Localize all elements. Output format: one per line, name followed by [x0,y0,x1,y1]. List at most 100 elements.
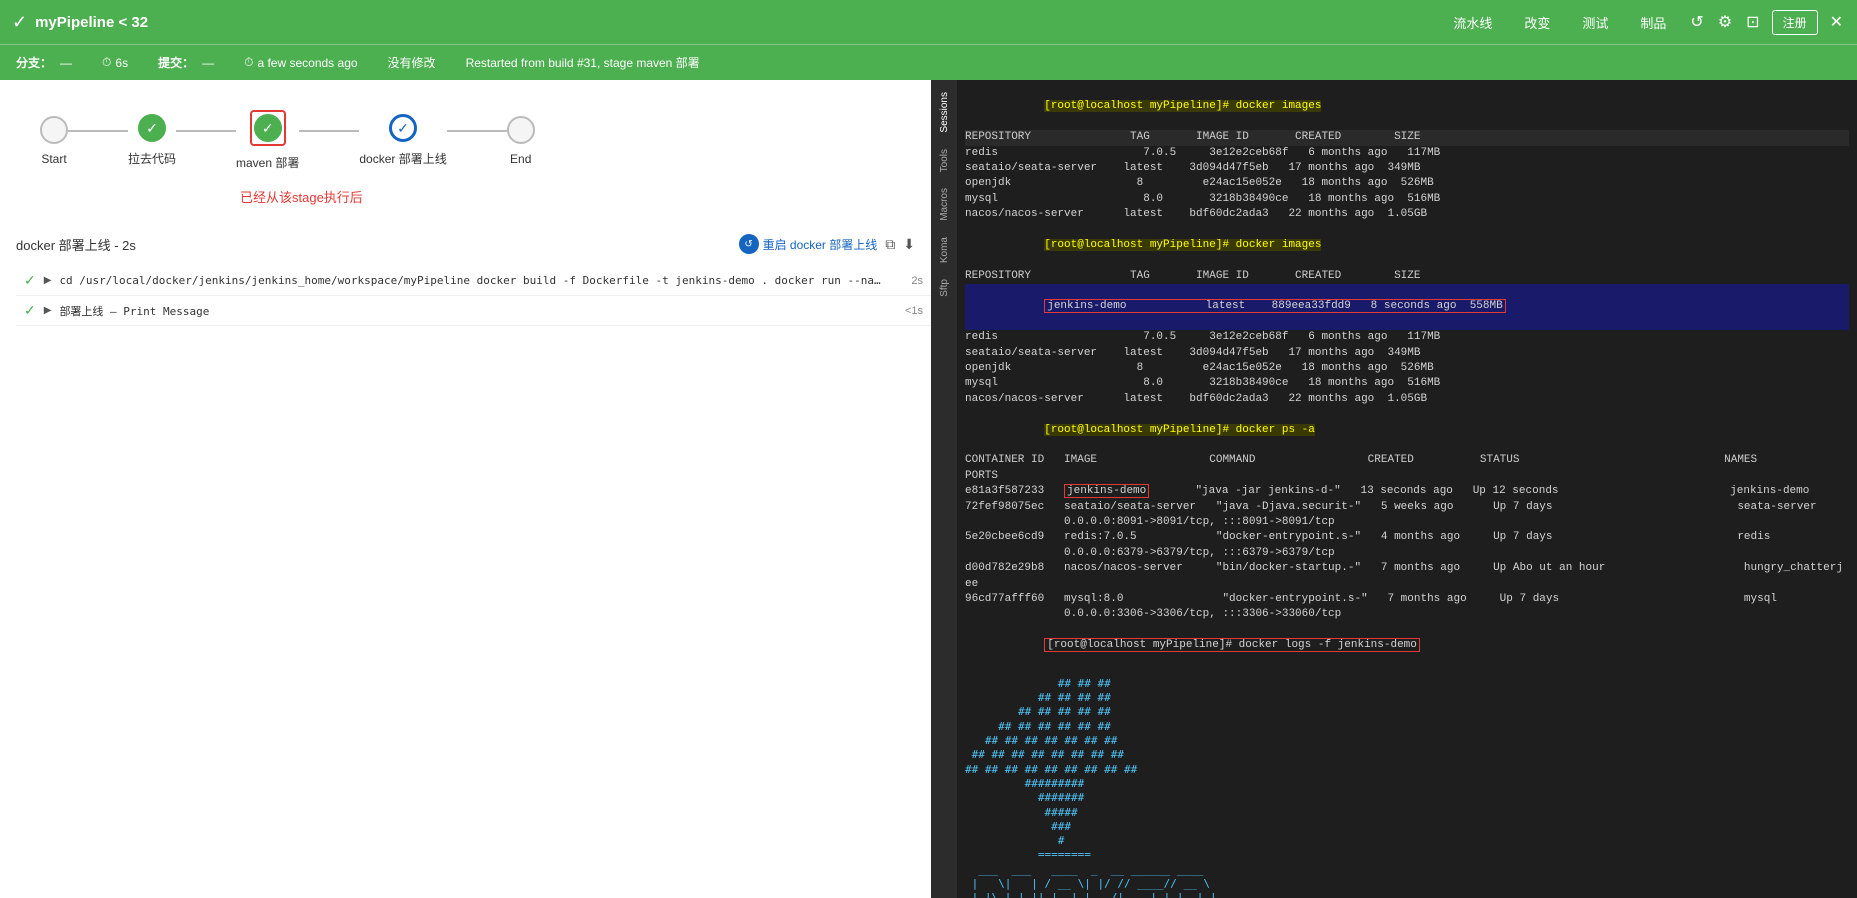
term-row: redis 7.0.5 3e12e2ceb68f 6 months ago 11… [965,330,1849,345]
term-row: 0.0.0.0:3306->3306/tcp, :::3306->33060/t… [965,607,1849,622]
term-row: 96cd77afff60 mysql:8.0 "docker-entrypoin… [965,592,1849,607]
time-item: ⏱ a few seconds ago [244,55,357,70]
stage-pull-label: 拉去代码 [128,150,176,167]
rebuild-icon: ↺ [739,234,759,254]
stage-end: End [507,116,535,166]
subheader: 分支： — ⏱ 6s 提交： — ⏱ a few seconds ago 没有修… [0,44,1857,80]
stage-start-label: Start [41,152,66,166]
stage-maven-box: ✓ [250,110,286,146]
branch-item: 分支： — [16,54,72,71]
app-header: ✓ myPipeline < 32 流水线 改变 测试 制品 ↺ ⚙ ⊡ 注册 … [0,0,1857,44]
term-row: 72fef98075ec seataio/seata-server "java … [965,500,1849,515]
stage-maven-label: maven 部署 [236,154,299,171]
build-output-header: docker 部署上线 - 2s ↺ 重启 docker 部署上线 ⧉ ⬇ [16,226,931,262]
sidebar-tab-koma[interactable]: Koma [937,233,952,267]
term-row: 0.0.0.0:8091->8091/tcp, :::8091->8091/tc… [965,515,1849,530]
jenkins-container: jenkins-demo [1064,484,1149,498]
pipeline-stages: Start ✓ 拉去代码 ✓ maven 部署 [40,110,891,171]
step-expand-icon[interactable]: ▶ [44,275,52,286]
build-step: ✓ ▶ cd /usr/local/docker/jenkins/jenkins… [16,266,931,296]
build-steps: ✓ ▶ cd /usr/local/docker/jenkins/jenkins… [16,262,931,330]
term-table1-header: REPOSITORY TAG IMAGE ID CREATED SIZE [965,130,1849,145]
term-line-4: [root@localhost myPipeline]# docker logs… [965,623,1849,669]
term-prompt-2: [root@localhost myPipeline]# docker imag… [1044,239,1321,251]
terminal-panel[interactable]: [root@localhost myPipeline]# docker imag… [957,80,1857,898]
term-table3-header: CONTAINER ID IMAGE COMMAND CREATED STATU… [965,453,1849,468]
term-row-e81a: e81a3f587233 jenkins-demo "java -jar jen… [965,484,1849,499]
main-content: Start ✓ 拉去代码 ✓ maven 部署 [0,80,1857,898]
header-nav: 流水线 改变 测试 制品 [1439,9,1680,36]
docker-art-line1: ## ## ## ## ## ## ## ## ## ## ## ## ## #… [965,677,1849,898]
term-table2-header: REPOSITORY TAG IMAGE ID CREATED SIZE [965,269,1849,284]
commit-value: — [202,56,214,70]
duration-icon: ⏱ [102,55,111,70]
restart-item: Restarted from build #31, stage maven 部署 [466,54,700,71]
check-icon: ✓ [12,12,27,33]
pipeline-diagram: Start ✓ 拉去代码 ✓ maven 部署 [0,80,931,226]
term-line-2: [root@localhost myPipeline]# docker imag… [965,223,1849,269]
term-row: PORTS [965,469,1849,484]
status-item: 没有修改 [388,54,436,71]
stage-docker-circle: ✓ [389,114,417,142]
pipeline-title: myPipeline < 32 [35,14,148,31]
term-row-jenkins: jenkins-demo latest 889eea33fdd9 8 secon… [965,284,1849,330]
sidebar: Sessions Tools Macros Koma Sftp [931,80,957,898]
term-line-3: [root@localhost myPipeline]# docker ps -… [965,407,1849,453]
term-row: nacos/nacos-server latest bdf60dc2ada3 2… [965,392,1849,407]
open-external-icon[interactable]: ⧉ [885,236,895,253]
build-output-title: docker 部署上线 - 2s [16,235,739,254]
term-row: 0.0.0.0:6379->6379/tcp, :::6379->6379/tc… [965,546,1849,561]
terminal-content: [root@localhost myPipeline]# docker imag… [957,80,1857,898]
sidebar-tab-sftp[interactable]: Sftp [937,275,952,301]
docker-ascii-logo: ## ## ## ## ## ## ## ## ## ## ## ## ## #… [965,669,1849,898]
nav-artifact[interactable]: 制品 [1626,9,1680,36]
register-button[interactable]: 注册 [1772,10,1818,35]
window-icon[interactable]: ⊡ [1744,10,1761,34]
term-prompt-3: [root@localhost myPipeline]# docker ps -… [1044,424,1315,436]
stage-start: Start [40,116,68,166]
stage-docker-label: docker 部署上线 [359,150,446,167]
rebuild-label: 重启 docker 部署上线 [763,236,878,253]
term-row: seataio/seata-server latest 3d094d47f5eb… [965,161,1849,176]
stage-pull-circle: ✓ [138,114,166,142]
download-icon[interactable]: ⬇ [903,236,915,253]
jenkins-demo-row: jenkins-demo latest 889eea33fdd9 8 secon… [1044,299,1505,313]
close-icon[interactable]: ✕ [1828,10,1845,34]
term-row: mysql 8.0 3218b38490ce 18 months ago 516… [965,192,1849,207]
term-row: 5e20cbee6cd9 redis:7.0.5 "docker-entrypo… [965,530,1849,545]
reload-icon[interactable]: ↺ [1688,10,1705,34]
settings-icon[interactable]: ⚙ [1716,10,1734,34]
build-step: ✓ ▶ 部署上线 — Print Message <1s [16,296,931,326]
rebuild-button[interactable]: ↺ 重启 docker 部署上线 [739,234,878,254]
commit-label: 提交： [158,54,194,71]
sidebar-tab-macros[interactable]: Macros [937,184,952,225]
nav-changes[interactable]: 改变 [1510,9,1564,36]
stage-start-circle [40,116,68,144]
sidebar-tab-sessions[interactable]: Sessions [937,88,952,137]
restart-text: Restarted from build #31, stage maven 部署 [466,54,700,71]
step-text: 部署上线 — Print Message [59,303,885,319]
connector-2 [299,130,359,132]
term-row: mysql 8.0 3218b38490ce 18 months ago 516… [965,376,1849,391]
stage-end-circle [507,116,535,144]
build-output: docker 部署上线 - 2s ↺ 重启 docker 部署上线 ⧉ ⬇ ✓ … [0,226,931,898]
term-line-1: [root@localhost myPipeline]# docker imag… [965,84,1849,130]
connector-1 [176,130,236,132]
term-row: openjdk 8 e24ac15e052e 18 months ago 526… [965,361,1849,376]
pipeline-note: 已经从该stage执行后 [240,187,891,206]
term-row: seataio/seata-server latest 3d094d47f5eb… [965,346,1849,361]
header-actions: ↺ ⚙ ⊡ 注册 ✕ [1688,10,1845,35]
right-content: Sessions Tools Macros Koma Sftp [root@lo… [931,80,1857,898]
nav-test[interactable]: 测试 [1568,9,1622,36]
branch-value: — [60,56,72,70]
sidebar-tab-tools[interactable]: Tools [937,145,952,176]
term-prompt-4: [root@localhost myPipeline]# docker logs… [1044,638,1420,652]
time-icon: ⏱ [244,55,253,70]
duration-item: ⏱ 6s [102,55,128,70]
nav-pipeline[interactable]: 流水线 [1439,9,1506,36]
status-text: 没有修改 [388,54,436,71]
step-time: <1s [893,305,923,317]
step-expand-icon[interactable]: ▶ [44,305,52,316]
term-row: redis 7.0.5 3e12e2ceb68f 6 months ago 11… [965,146,1849,161]
connector-3 [447,130,507,132]
